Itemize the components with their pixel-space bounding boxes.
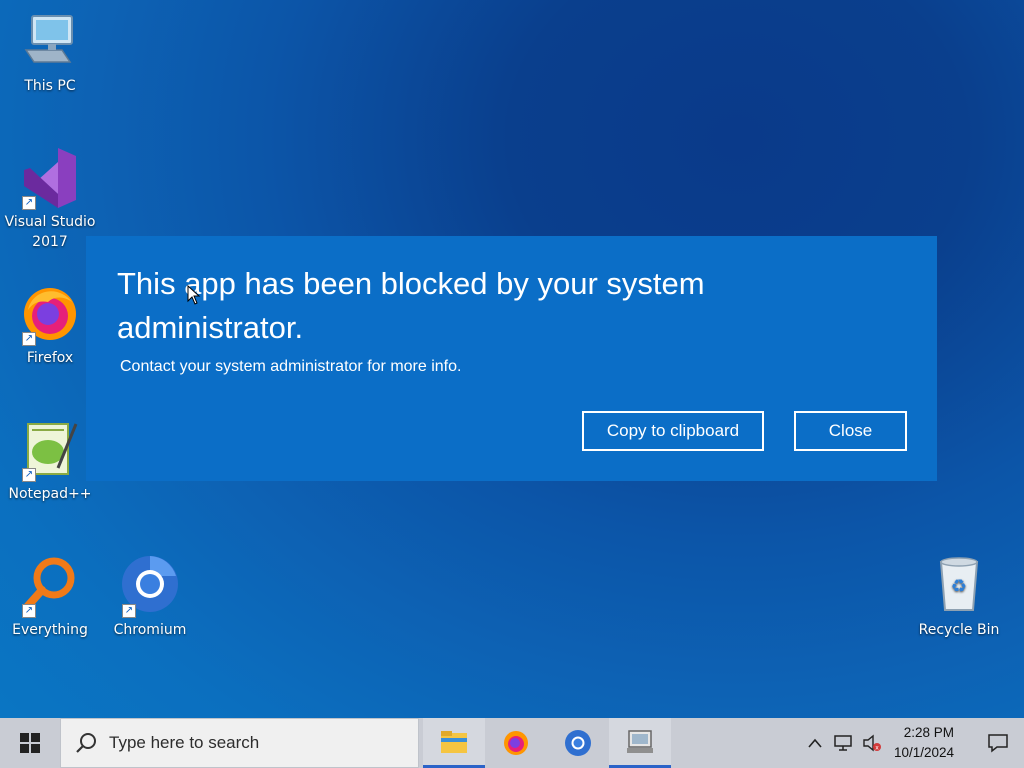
desktop-icon-notepadpp[interactable]: ↗ Notepad++ <box>0 418 100 504</box>
network-icon[interactable] <box>828 734 858 752</box>
chromium-icon: ↗ <box>118 554 182 618</box>
shortcut-arrow-icon: ↗ <box>22 604 36 618</box>
desktop-icon-label: Firefox <box>26 350 74 366</box>
blocked-app-icon <box>627 729 653 753</box>
firefox-icon: ↗ <box>18 282 82 346</box>
mouse-cursor-icon <box>187 284 201 305</box>
desktop-icon-label: Visual Studio 2017 <box>4 214 96 250</box>
desktop-icon-firefox[interactable]: ↗ Firefox <box>0 282 100 368</box>
dialog-subtitle: Contact your system administrator for mo… <box>120 358 462 375</box>
windows-logo-icon <box>20 733 40 753</box>
search-placeholder: Type here to search <box>109 733 260 752</box>
chromium-icon <box>565 730 591 756</box>
desktop: This PC ↗ Visual Studio 2017 ↗ Firefox ↗… <box>0 0 1024 718</box>
desktop-icon-chromium[interactable]: ↗ Chromium <box>100 554 200 640</box>
everything-search-icon: ↗ <box>18 554 82 618</box>
shortcut-arrow-icon: ↗ <box>22 468 36 482</box>
taskbar-app-chromium[interactable] <box>547 718 609 768</box>
computer-icon <box>18 10 82 74</box>
visual-studio-icon: ↗ <box>18 146 82 210</box>
svg-text:♻: ♻ <box>951 576 967 597</box>
desktop-icon-label: Recycle Bin <box>918 622 1000 638</box>
desktop-icon-everything[interactable]: ↗ Everything <box>0 554 100 640</box>
taskbar-clock[interactable]: 2:28 PM 10/1/2024 <box>894 723 954 763</box>
firefox-icon <box>504 731 528 755</box>
desktop-icon-label: Everything <box>12 622 88 638</box>
desktop-icon-label: This PC <box>24 78 76 94</box>
search-icon <box>76 733 96 753</box>
taskbar-app-blocked[interactable] <box>609 718 671 768</box>
blocked-app-dialog: This app has been blocked by your system… <box>86 236 937 481</box>
file-explorer-icon <box>441 730 467 753</box>
shortcut-arrow-icon: ↗ <box>22 332 36 346</box>
close-button[interactable]: Close <box>794 411 907 451</box>
desktop-icon-label: Chromium <box>113 622 187 638</box>
volume-muted-icon[interactable]: x <box>858 734 886 752</box>
taskbar-app-firefox[interactable] <box>485 718 547 768</box>
desktop-icon-recycle-bin[interactable]: ♻ Recycle Bin <box>909 554 1009 640</box>
clock-date: 10/1/2024 <box>893 745 954 760</box>
dialog-title: This app has been blocked by your system… <box>117 266 705 345</box>
taskbar-search-box[interactable]: Type here to search <box>60 718 419 768</box>
taskbar: Type here to search x 2:28 PM 10/1/2024 <box>0 718 1024 768</box>
taskbar-app-file-explorer[interactable] <box>423 718 485 768</box>
notifications-icon[interactable] <box>978 733 1018 753</box>
desktop-icon-label: Notepad++ <box>8 486 92 502</box>
system-tray: x 2:28 PM 10/1/2024 <box>802 718 1024 768</box>
desktop-icon-this-pc[interactable]: This PC <box>0 10 100 96</box>
notepadpp-icon: ↗ <box>18 418 82 482</box>
show-hidden-icons-chevron-icon[interactable] <box>802 738 828 748</box>
start-button[interactable] <box>0 718 60 768</box>
clock-time: 2:28 PM <box>903 725 954 740</box>
desktop-icon-visual-studio[interactable]: ↗ Visual Studio 2017 <box>0 146 100 252</box>
recycle-bin-icon: ♻ <box>927 554 991 618</box>
shortcut-arrow-icon: ↗ <box>122 604 136 618</box>
svg-text:x: x <box>875 745 879 752</box>
copy-to-clipboard-button[interactable]: Copy to clipboard <box>582 411 764 451</box>
shortcut-arrow-icon: ↗ <box>22 196 36 210</box>
